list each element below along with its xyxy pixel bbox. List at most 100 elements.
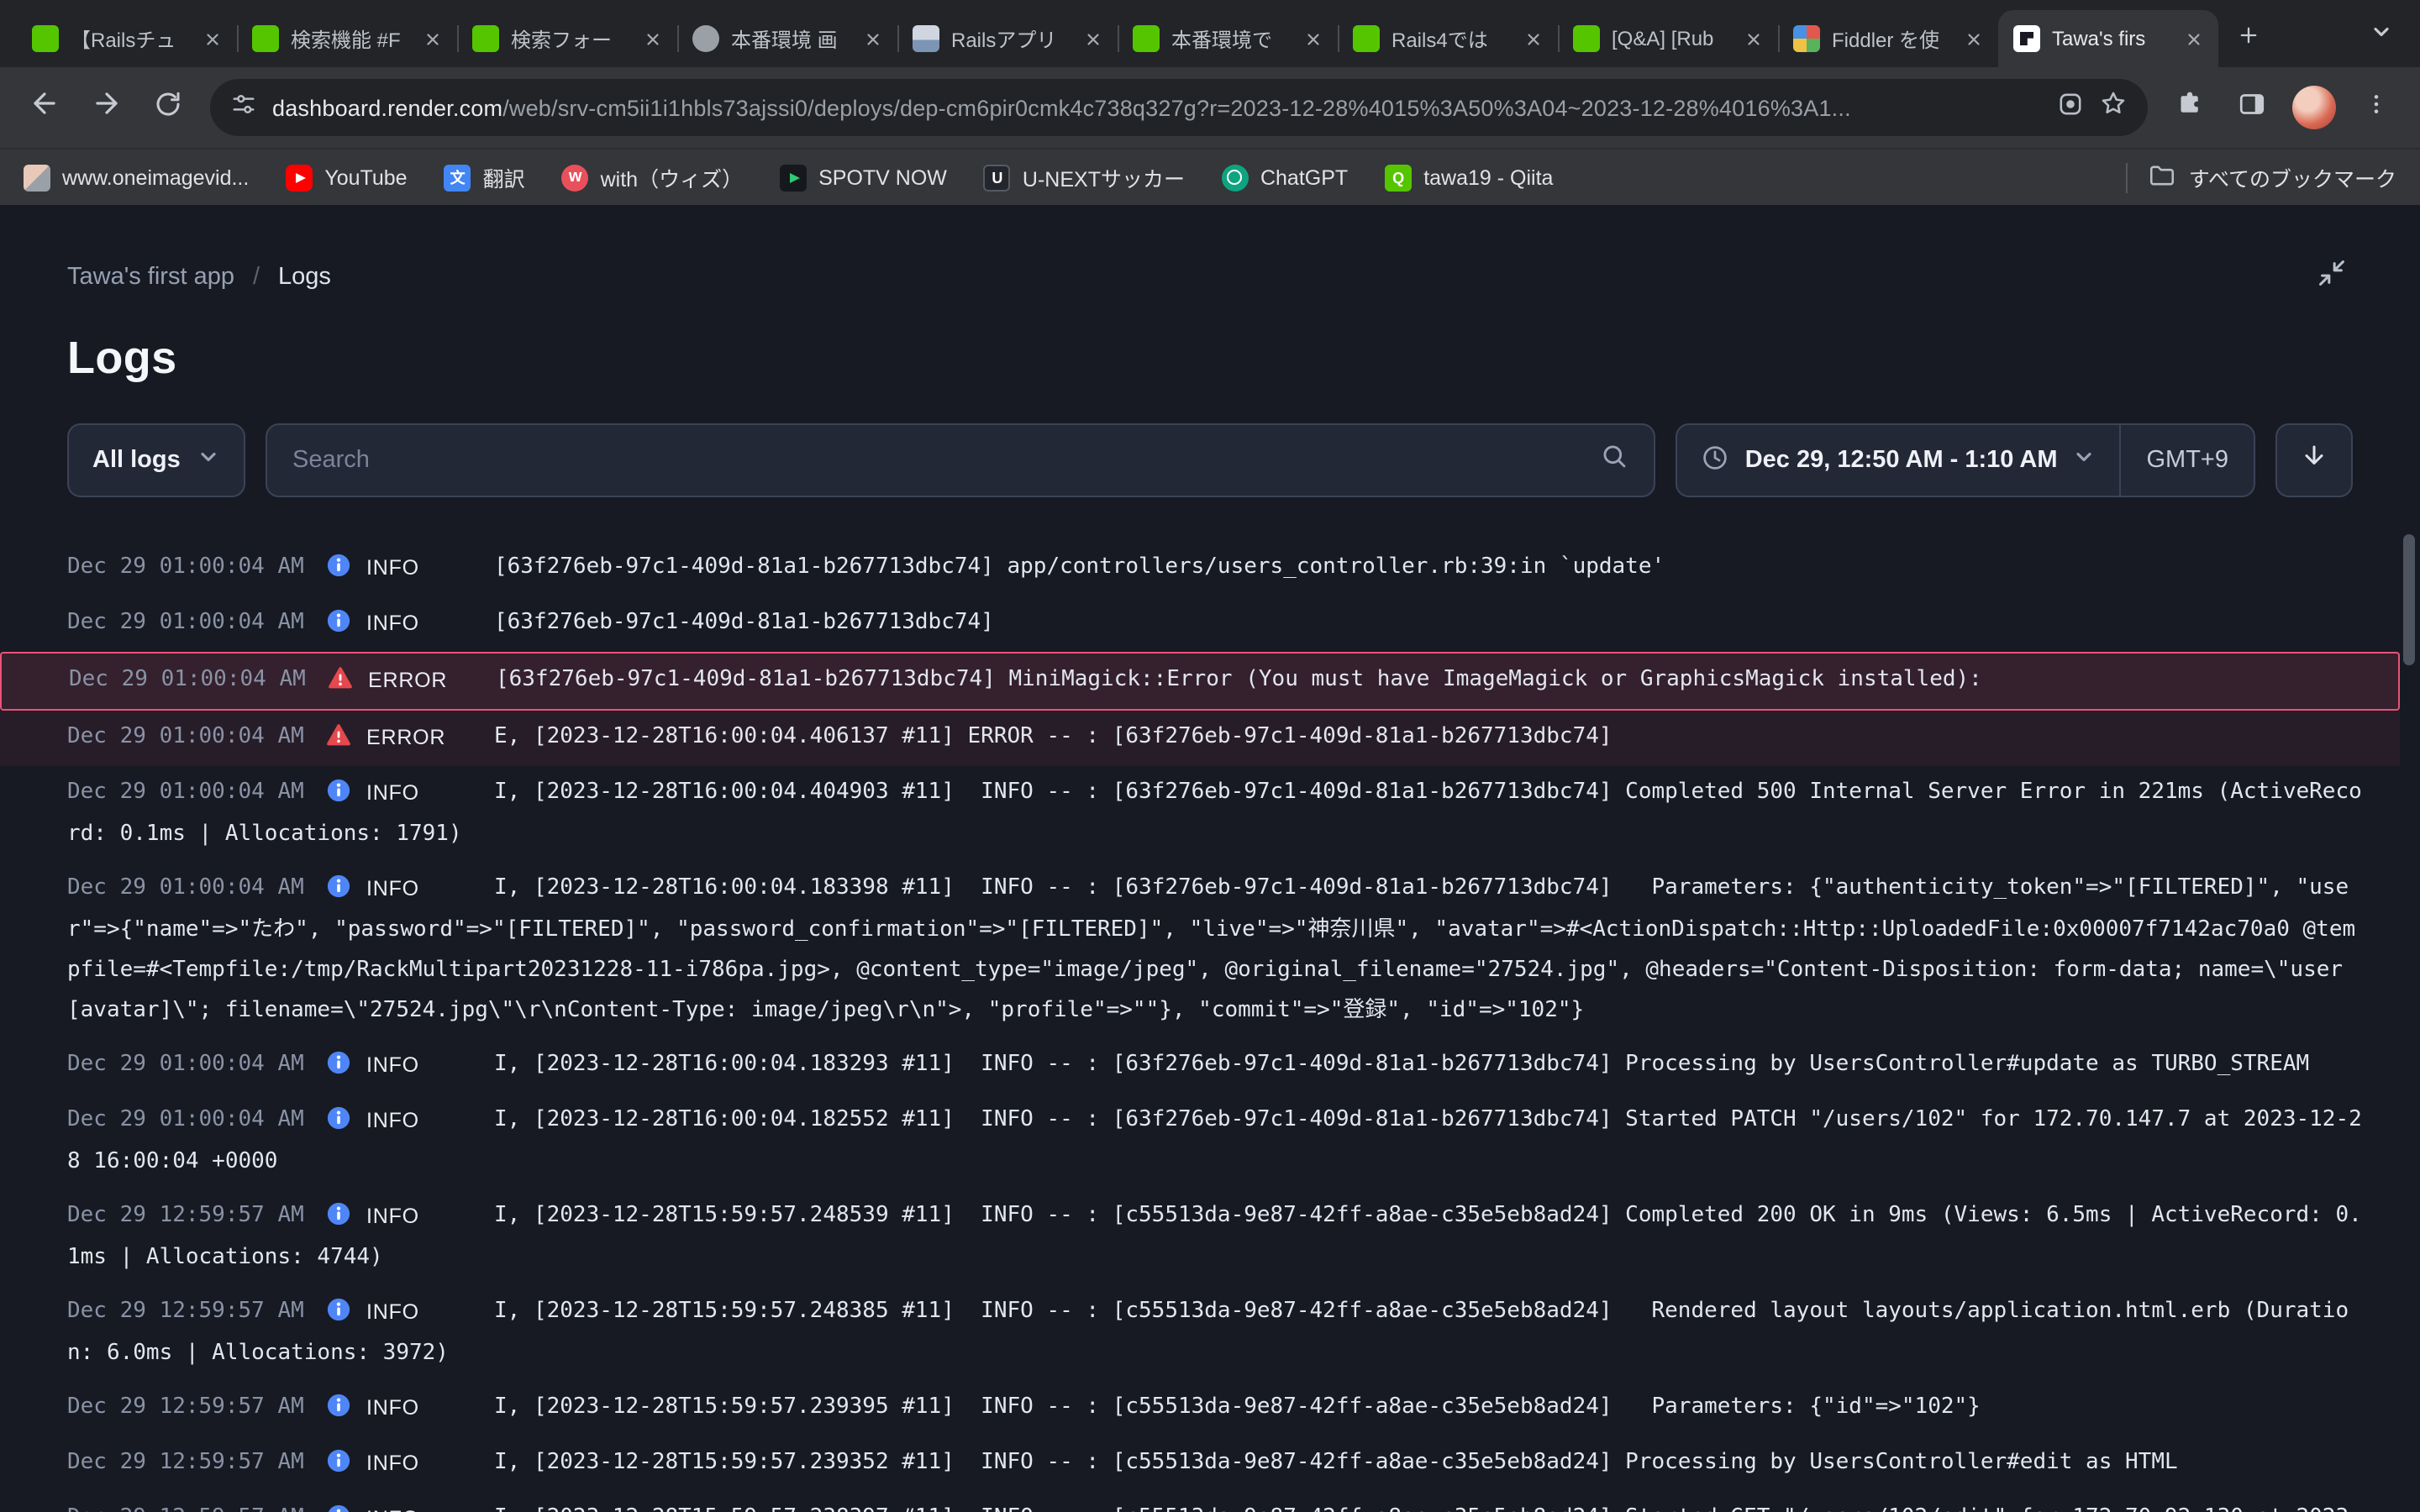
browser-tab[interactable]: [Q&A] [Rub bbox=[1558, 10, 1778, 67]
log-level-icon bbox=[326, 1297, 351, 1322]
log-row[interactable]: Dec 29 01:00:04 AM INFO I, [2023-12-28T16:… bbox=[0, 1094, 2400, 1189]
bookmark-item[interactable]: www.oneimagevid... bbox=[24, 164, 249, 191]
log-level-label: INFO bbox=[366, 1452, 419, 1475]
browser-tab[interactable]: 本番環境 画 bbox=[677, 10, 897, 67]
tab-close-button[interactable] bbox=[1299, 25, 1326, 52]
log-level-label: INFO bbox=[366, 781, 419, 805]
log-scope-select[interactable]: All logs bbox=[67, 423, 245, 497]
log-message: E, [2023-12-28T16:00:04.406137 #11] ERRO… bbox=[494, 724, 1612, 749]
browser-tab[interactable]: Tawa's firs bbox=[1998, 10, 2218, 67]
log-level-icon bbox=[326, 1105, 351, 1131]
scrollbar-thumb[interactable] bbox=[2403, 534, 2415, 665]
log-row[interactable]: Dec 29 01:00:04 AM INFO I, [2023-12-28T16:… bbox=[0, 1038, 2400, 1094]
bookmark-item[interactable]: U-NEXTサッカー bbox=[983, 161, 1185, 193]
browser-tab[interactable]: Fiddler を使 bbox=[1778, 10, 1998, 67]
reload-icon bbox=[153, 88, 183, 127]
collapse-button[interactable] bbox=[2309, 255, 2353, 299]
bookmark-star-icon[interactable] bbox=[2099, 89, 2128, 126]
search-box[interactable] bbox=[266, 423, 1656, 497]
log-row[interactable]: Dec 29 01:00:04 AM ERROR E, [2023-12-28T16… bbox=[0, 711, 2400, 766]
time-range-button[interactable]: Dec 29, 12:50 AM - 1:10 AM bbox=[1678, 425, 2120, 496]
url-domain: dashboard.render.com bbox=[272, 95, 503, 120]
tab-title: Fiddler を使 bbox=[1832, 28, 1940, 51]
all-bookmarks-button[interactable]: すべてのブックマーク bbox=[2149, 160, 2396, 194]
bookmark-item[interactable]: YouTube bbox=[286, 164, 408, 191]
log-row[interactable]: Dec 29 01:00:04 AM INFO [63f276eb-97c1-409… bbox=[0, 596, 2400, 652]
browser-tab[interactable]: 検索フォー bbox=[457, 10, 677, 67]
tab-title: 【Railsチュ bbox=[71, 28, 176, 51]
log-timestamp: Dec 29 01:00:04 AM bbox=[67, 724, 304, 749]
tab-close-button[interactable] bbox=[1519, 25, 1546, 52]
log-timestamp: Dec 29 01:00:04 AM bbox=[67, 780, 304, 805]
tab-title: [Q&A] [Rub bbox=[1612, 27, 1714, 50]
log-row[interactable]: Dec 29 12:59:57 AMINFOI, [2023-12-28T15:… bbox=[0, 1285, 2400, 1381]
tab-close-button[interactable] bbox=[198, 25, 225, 52]
log-level-label: INFO bbox=[366, 556, 419, 580]
bookmark-item[interactable]: ChatGPT bbox=[1221, 164, 1348, 191]
tab-title: 本番環境で bbox=[1171, 28, 1273, 51]
reload-button[interactable] bbox=[141, 81, 195, 134]
log-timestamp: Dec 29 01:00:04 AM bbox=[69, 667, 306, 692]
tab-title: Railsアプリ bbox=[951, 28, 1057, 51]
collapse-icon bbox=[2315, 257, 2347, 297]
bookmark-item[interactable]: with（ウィズ） bbox=[561, 161, 743, 193]
log-level: INFO bbox=[326, 1292, 494, 1334]
log-row[interactable]: Dec 29 01:00:04 AM ERROR [63f276eb-97c1-40… bbox=[0, 652, 2400, 711]
lens-icon[interactable] bbox=[2057, 90, 2084, 125]
search-icon bbox=[1601, 442, 1629, 479]
log-row[interactable]: Dec 29 12:59:57 AM INFO I, [2023-12-28T15:… bbox=[0, 1436, 2400, 1492]
bookmark-item[interactable]: SPOTV NOW bbox=[780, 164, 947, 191]
browser-tab[interactable]: 【Railsチュ bbox=[17, 10, 237, 67]
log-message: I, [2023-12-28T15:59:57.239352 #11] INFO… bbox=[494, 1450, 2178, 1475]
log-row[interactable]: Dec 29 01:00:04 AM INFO [63f276eb-97c1-409… bbox=[0, 541, 2400, 596]
forward-button[interactable] bbox=[79, 81, 133, 134]
tab-close-button[interactable] bbox=[1079, 25, 1106, 52]
back-button[interactable] bbox=[17, 81, 71, 134]
tab-close-button[interactable] bbox=[639, 25, 666, 52]
menu-button[interactable] bbox=[2349, 81, 2403, 134]
tab-close-button[interactable] bbox=[859, 25, 886, 52]
side-panel-icon bbox=[2237, 88, 2267, 127]
tab-close-button[interactable] bbox=[1960, 25, 1986, 52]
profile-avatar[interactable] bbox=[2292, 86, 2336, 129]
bookmark-item[interactable]: tawa19 - Qiita bbox=[1385, 164, 1553, 191]
url-text: dashboard.render.com/web/srv-cm5ii1i1hbl… bbox=[272, 95, 2042, 120]
bookmark-favicon bbox=[1385, 164, 1413, 191]
address-bar[interactable]: dashboard.render.com/web/srv-cm5ii1i1hbl… bbox=[210, 79, 2148, 136]
site-info-icon[interactable] bbox=[230, 90, 257, 125]
browser-tab[interactable]: Railsアプリ bbox=[897, 10, 1118, 67]
log-level: INFO bbox=[326, 603, 494, 645]
log-level-icon bbox=[326, 1504, 351, 1512]
log-row[interactable]: Dec 29 12:59:57 AMINFOI, [2023-12-28T15:… bbox=[0, 1492, 2400, 1512]
page-title: Logs bbox=[67, 333, 177, 383]
download-logs-button[interactable] bbox=[2275, 423, 2353, 497]
breadcrumb-row: Tawa's first app / Logs bbox=[67, 205, 2353, 299]
bookmarks-bar: www.oneimagevid... YouTube 翻訳 with（ウィズ） … bbox=[0, 148, 2420, 205]
new-tab-icon bbox=[2237, 23, 2260, 55]
browser-tab[interactable]: 本番環境で bbox=[1118, 10, 1338, 67]
log-timestamp: Dec 29 01:00:04 AM bbox=[67, 1107, 304, 1132]
tab-search-icon bbox=[2370, 19, 2393, 51]
browser-tab[interactable]: Rails4では bbox=[1338, 10, 1558, 67]
log-row[interactable]: Dec 29 01:00:04 AM INFO I, [2023-12-28T16:… bbox=[0, 766, 2400, 862]
bookmark-favicon bbox=[24, 164, 50, 191]
tab-search-button[interactable] bbox=[2360, 13, 2403, 57]
breadcrumb-app-link[interactable]: Tawa's first app bbox=[67, 264, 234, 291]
log-timestamp: Dec 29 12:59:57 AM bbox=[67, 1450, 304, 1475]
log-scope-value: All logs bbox=[92, 447, 181, 474]
log-row[interactable]: Dec 29 12:59:57 AMINFOI, [2023-12-28T15:… bbox=[0, 1381, 2400, 1436]
bookmark-item[interactable]: 翻訳 bbox=[444, 161, 525, 193]
extensions-button[interactable] bbox=[2163, 81, 2217, 134]
browser-tab[interactable]: 検索機能 #F bbox=[237, 10, 457, 67]
log-row[interactable]: Dec 29 01:00:04 AM INFO I, [2023-12-28T16:… bbox=[0, 862, 2400, 1038]
search-input[interactable] bbox=[292, 447, 1584, 474]
new-tab-button[interactable] bbox=[2225, 15, 2272, 62]
log-row[interactable]: Dec 29 12:59:57 AMINFOI, [2023-12-28T15:… bbox=[0, 1189, 2400, 1285]
side-panel-button[interactable] bbox=[2225, 81, 2279, 134]
tab-close-button[interactable] bbox=[1739, 25, 1766, 52]
bookmarks-divider bbox=[2126, 162, 2128, 192]
tab-close-button[interactable] bbox=[2180, 25, 2207, 52]
tab-favicon bbox=[2013, 25, 2040, 52]
tab-close-button[interactable] bbox=[418, 25, 445, 52]
browser-window: 【Railsチュ 検索機能 #F 検索フォー 本番環境 画 Railsアプリ 本… bbox=[0, 0, 2420, 1512]
